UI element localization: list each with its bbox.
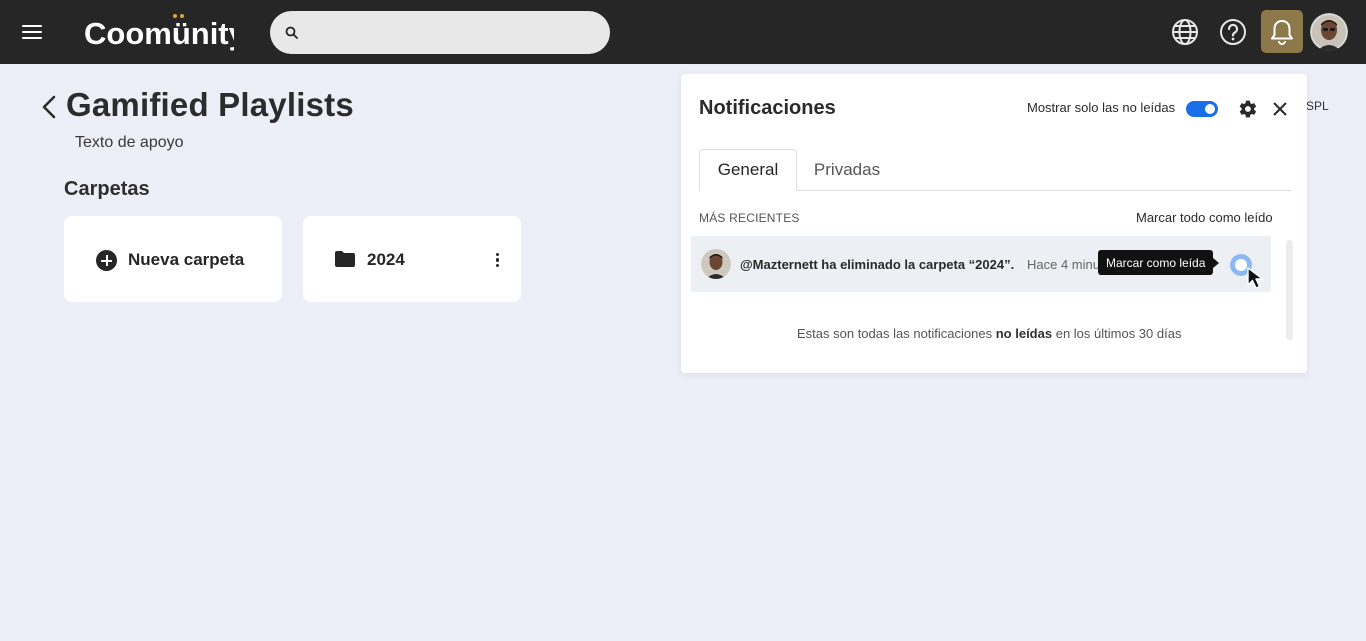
footer-text-bold: no leídas <box>995 326 1053 341</box>
page-title: Gamified Playlists <box>66 86 354 123</box>
top-bar: Coomünity <box>0 0 1366 64</box>
user-avatar[interactable] <box>1310 13 1348 51</box>
new-folder-card[interactable]: Nueva carpeta <box>64 216 282 302</box>
unread-only-toggle[interactable] <box>1186 101 1218 117</box>
notifications-scrollbar[interactable] <box>1286 240 1293 340</box>
tab-privadas[interactable]: Privadas <box>799 149 895 191</box>
back-arrow-icon[interactable] <box>38 94 62 120</box>
mouse-cursor-icon <box>1247 267 1264 289</box>
coomunity-logo[interactable]: Coomünity <box>84 12 234 52</box>
footer-text-post: en los últimos 30 días <box>1055 326 1182 341</box>
add-circle-icon <box>96 250 117 271</box>
new-folder-label: Nueva carpeta <box>128 250 245 269</box>
recent-label: MÁS RECIENTES <box>699 211 800 225</box>
section-title-folders: Carpetas <box>64 178 150 200</box>
folder-card[interactable]: 2024 <box>303 216 521 302</box>
search-icon <box>285 26 298 39</box>
search-bar[interactable] <box>270 11 610 54</box>
page-subtitle: Texto de apoyo <box>75 134 184 151</box>
tab-general[interactable]: General <box>699 149 797 191</box>
footer-note: Estas son todas las notificaciones no le… <box>797 326 1181 341</box>
footer-text-pre: Estas son todas las notificaciones <box>797 326 993 341</box>
mark-all-read-link[interactable]: Marcar todo como leído <box>1136 210 1273 225</box>
notification-item[interactable]: @Mazternett ha eliminado la carpeta “202… <box>691 236 1271 292</box>
notification-time: Hace 4 minutos <box>1027 257 1099 272</box>
folder-icon <box>335 251 355 267</box>
logo-text: Coomünity <box>84 16 234 51</box>
help-icon[interactable] <box>1212 11 1254 53</box>
language-label: SPL <box>1306 99 1329 113</box>
notifications-panel: Notificaciones Mostrar solo las no leída… <box>681 74 1307 373</box>
notification-avatar <box>701 249 731 279</box>
notification-text: @Mazternett ha eliminado la carpeta “202… <box>740 257 1015 272</box>
menu-icon[interactable] <box>20 20 44 44</box>
globe-icon[interactable] <box>1164 11 1206 53</box>
notifications-bell-button[interactable] <box>1261 10 1303 53</box>
gear-icon[interactable] <box>1238 99 1258 119</box>
mark-read-tooltip: Marcar como leída <box>1098 250 1220 275</box>
folder-name: 2024 <box>367 250 405 269</box>
bell-icon <box>1271 19 1293 45</box>
unread-only-label: Mostrar solo las no leídas <box>1027 100 1176 115</box>
close-icon[interactable] <box>1271 100 1289 118</box>
panel-title: Notificaciones <box>699 97 836 119</box>
more-options-icon[interactable] <box>493 252 503 268</box>
